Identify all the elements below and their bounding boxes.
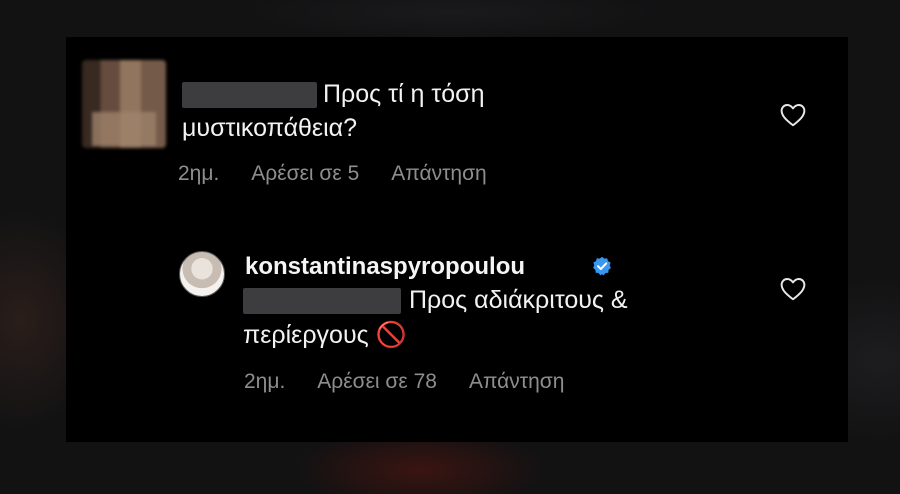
heart-icon[interactable] — [780, 277, 806, 301]
avatar[interactable] — [179, 251, 225, 297]
comment-1-text-continued: μυστικοπάθεια? — [182, 114, 357, 142]
comment-2-likes[interactable]: Αρέσει σε 78 — [317, 370, 437, 393]
comment-1-meta: 2ημ. Αρέσει σε 5 Απάντηση — [178, 162, 519, 186]
comment-1-reply-button[interactable]: Απάντηση — [391, 162, 486, 185]
comment-2-meta: 2ημ. Αρέσει σε 78 Απάντηση — [244, 370, 596, 394]
comment-1-text-line-2: μυστικοπάθεια? — [182, 113, 357, 143]
comment-2-text-line-1: Προς αδιάκριτους & — [243, 285, 628, 315]
redacted-mention — [243, 288, 401, 315]
comment-1-time: 2ημ. — [178, 162, 220, 185]
comment-2-text: Προς αδιάκριτους & — [409, 286, 628, 314]
comment-1-text-line-1: Προς τί η τόση — [182, 79, 485, 109]
comment-2-time: 2ημ. — [244, 370, 286, 393]
comment-2-text-continued: περίεργους 🚫 — [243, 321, 407, 349]
comment-1-likes[interactable]: Αρέσει σε 5 — [251, 162, 359, 185]
blurred-avatar[interactable] — [82, 60, 166, 148]
comment-1-text: Προς τί η τόση — [323, 80, 485, 108]
username[interactable]: konstantinaspyropoulou — [245, 253, 525, 281]
heart-icon[interactable] — [780, 103, 806, 127]
comment-2-reply-button[interactable]: Απάντηση — [469, 370, 564, 393]
verified-badge-icon — [593, 256, 611, 276]
comment-2-text-line-2: περίεργους 🚫 — [243, 320, 407, 350]
redacted-username — [182, 82, 317, 109]
